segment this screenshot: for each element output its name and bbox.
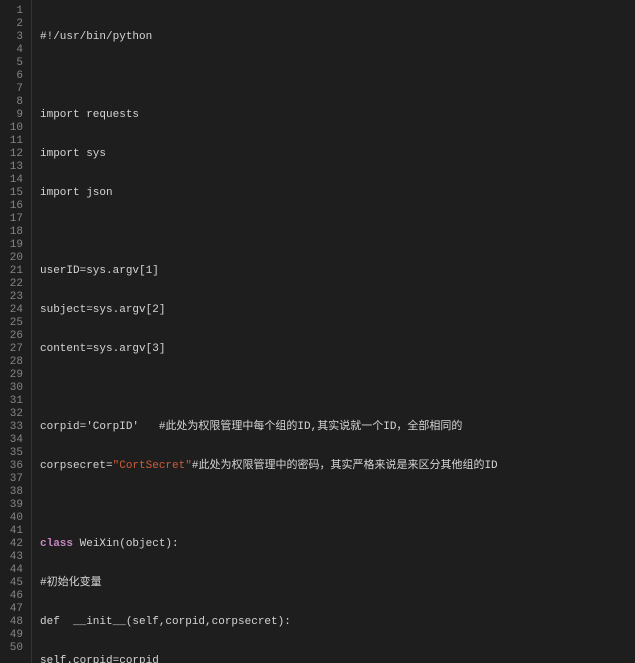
lineno: 8	[0, 96, 23, 109]
lineno: 6	[0, 70, 23, 83]
code-line[interactable]: subject=sys.argv[2]	[40, 304, 619, 317]
lineno: 48	[0, 616, 23, 629]
lineno: 18	[0, 226, 23, 239]
code-line[interactable]: def __init__(self,corpid,corpsecret):	[40, 616, 619, 629]
lineno: 19	[0, 239, 23, 252]
lineno: 23	[0, 291, 23, 304]
lineno: 14	[0, 174, 23, 187]
code-line[interactable]: userID=sys.argv[1]	[40, 265, 619, 278]
lineno: 25	[0, 317, 23, 330]
code-line[interactable]: corpsecret="CortSecret"#此处为权限管理中的密码，其实严格…	[40, 460, 619, 473]
lineno: 9	[0, 109, 23, 122]
lineno: 39	[0, 499, 23, 512]
lineno: 46	[0, 590, 23, 603]
lineno: 32	[0, 408, 23, 421]
lineno: 35	[0, 447, 23, 460]
lineno: 43	[0, 551, 23, 564]
lineno: 27	[0, 343, 23, 356]
lineno: 29	[0, 369, 23, 382]
lineno: 47	[0, 603, 23, 616]
lineno: 50	[0, 642, 23, 655]
lineno: 42	[0, 538, 23, 551]
lineno: 49	[0, 629, 23, 642]
code-line[interactable]	[40, 70, 619, 83]
code-line[interactable]	[40, 382, 619, 395]
lineno: 5	[0, 57, 23, 70]
editor: 1 2 3 4 5 6 7 8 9 10 11 12 13 14 15 16 1…	[0, 0, 635, 663]
lineno: 3	[0, 31, 23, 44]
code-line[interactable]: class WeiXin(object):	[40, 538, 619, 551]
lineno: 26	[0, 330, 23, 343]
lineno: 37	[0, 473, 23, 486]
lineno: 4	[0, 44, 23, 57]
lineno: 1	[0, 5, 23, 18]
code-line[interactable]: #!/usr/bin/python	[40, 31, 619, 44]
lineno: 31	[0, 395, 23, 408]
code-area[interactable]: #!/usr/bin/python import requests import…	[32, 0, 619, 663]
code-line[interactable]: self.corpid=corpid	[40, 655, 619, 663]
lineno: 45	[0, 577, 23, 590]
lineno: 15	[0, 187, 23, 200]
lineno: 33	[0, 421, 23, 434]
code-line[interactable]: #初始化变量	[40, 577, 619, 590]
code-line[interactable]: import requests	[40, 109, 619, 122]
lineno: 17	[0, 213, 23, 226]
lineno: 11	[0, 135, 23, 148]
lineno: 44	[0, 564, 23, 577]
lineno: 10	[0, 122, 23, 135]
lineno: 13	[0, 161, 23, 174]
lineno: 22	[0, 278, 23, 291]
code-line[interactable]: import sys	[40, 148, 619, 161]
lineno: 2	[0, 18, 23, 31]
code-line[interactable]	[40, 499, 619, 512]
lineno: 28	[0, 356, 23, 369]
lineno: 20	[0, 252, 23, 265]
code-line[interactable]: import json	[40, 187, 619, 200]
lineno: 34	[0, 434, 23, 447]
lineno: 24	[0, 304, 23, 317]
lineno: 40	[0, 512, 23, 525]
lineno: 16	[0, 200, 23, 213]
lineno: 38	[0, 486, 23, 499]
code-line[interactable]: corpid='CorpID' #此处为权限管理中每个组的ID,其实说就一个ID…	[40, 421, 619, 434]
lineno: 21	[0, 265, 23, 278]
lineno: 36	[0, 460, 23, 473]
gutter: 1 2 3 4 5 6 7 8 9 10 11 12 13 14 15 16 1…	[0, 0, 32, 663]
lineno: 30	[0, 382, 23, 395]
code-line[interactable]: content=sys.argv[3]	[40, 343, 619, 356]
lineno: 12	[0, 148, 23, 161]
code-line[interactable]	[40, 226, 619, 239]
lineno: 41	[0, 525, 23, 538]
lineno: 7	[0, 83, 23, 96]
